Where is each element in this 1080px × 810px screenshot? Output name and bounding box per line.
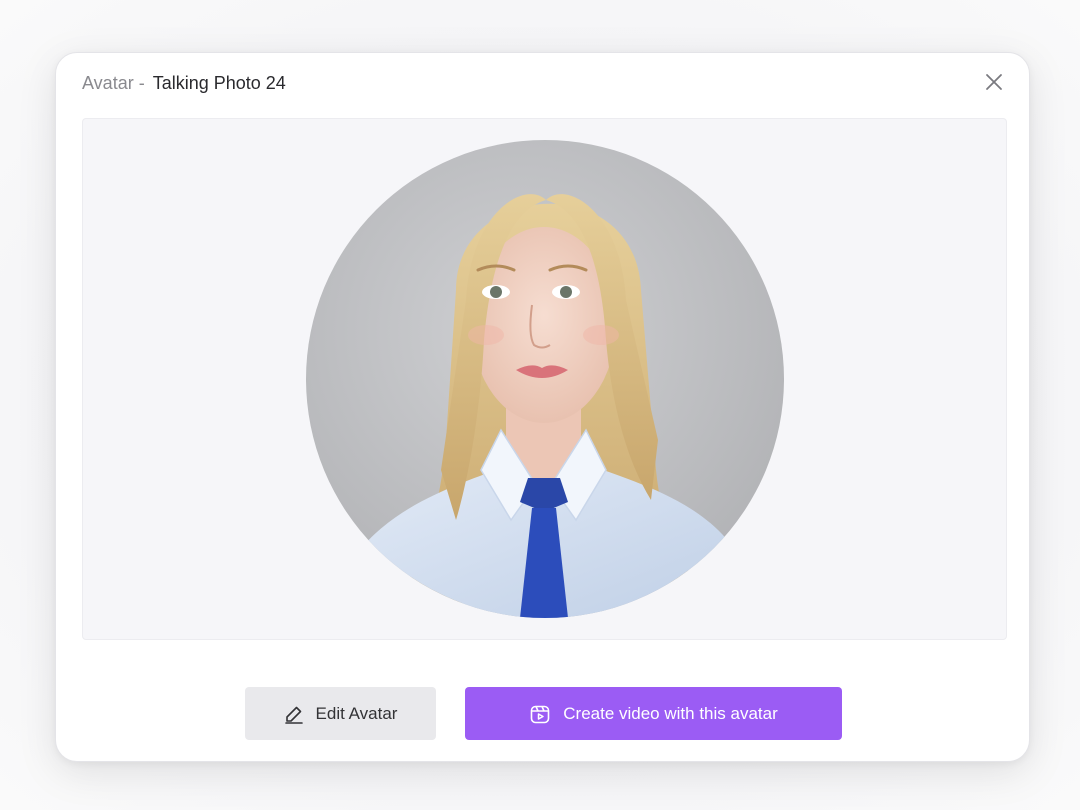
action-buttons: Edit Avatar Create video with this avata… [56, 687, 1031, 740]
edit-avatar-label: Edit Avatar [315, 703, 398, 723]
avatar-name: Talking Photo 24 [152, 72, 286, 93]
video-icon [530, 705, 550, 723]
close-button[interactable] [981, 69, 1007, 95]
edit-avatar-button[interactable]: Edit Avatar [245, 687, 436, 740]
avatar-photo [306, 140, 784, 618]
close-icon [986, 74, 1002, 90]
title-prefix: Avatar - [82, 72, 145, 93]
dialog-title: Avatar - Talking Photo 24 [82, 71, 286, 95]
create-video-label: Create video with this avatar [563, 703, 778, 723]
pencil-icon [284, 706, 303, 724]
avatar-preview-area [82, 118, 1007, 640]
avatar-portrait-illustration [346, 194, 746, 618]
create-video-button[interactable]: Create video with this avatar [465, 687, 842, 740]
avatar-dialog: Avatar - Talking Photo 24 Edit Avatar Cr… [55, 52, 1030, 762]
